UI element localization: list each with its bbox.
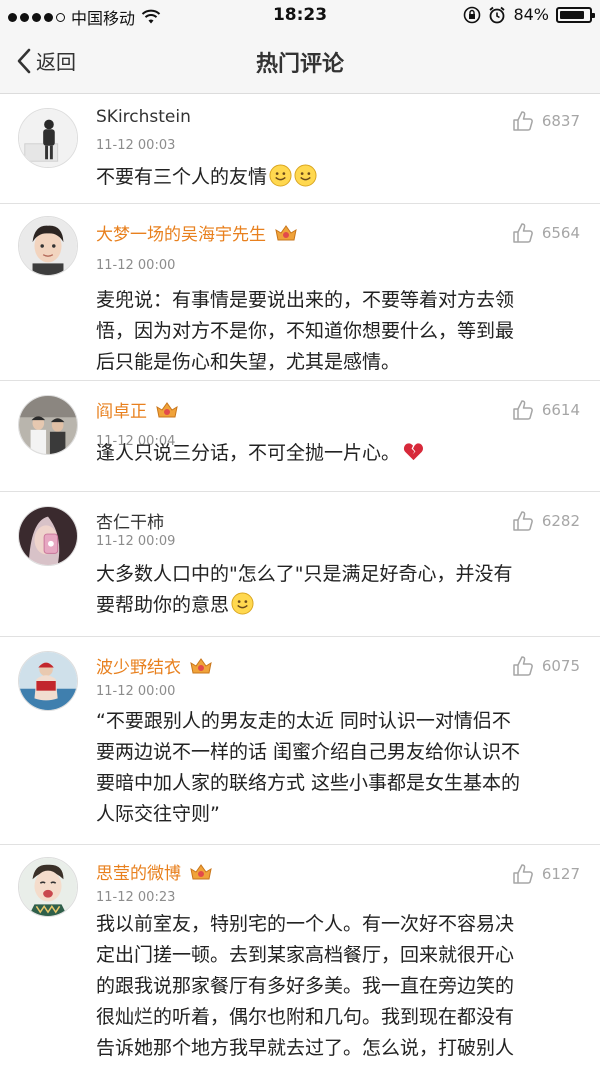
nav-bar: 返回 热门评论 <box>0 30 600 94</box>
like-button[interactable]: 6127 <box>512 863 580 885</box>
status-bar: 中国移动 18:23 84% <box>0 0 600 30</box>
name-row: 波少野结衣 <box>96 653 213 678</box>
comment-line: 人际交往守则” <box>96 803 220 825</box>
username[interactable]: 杏仁干柿 <box>96 508 164 533</box>
avatar[interactable] <box>18 506 78 566</box>
smile-emoji <box>294 164 317 187</box>
like-count: 6282 <box>541 512 580 530</box>
battery-icon <box>556 6 595 23</box>
name-row: 阎卓正 <box>96 397 179 422</box>
avatar[interactable] <box>18 857 78 917</box>
comment-line: 告诉她那个地方我早就去过了。怎么说，打破别人 <box>96 1037 515 1059</box>
like-button[interactable]: 6075 <box>512 655 580 677</box>
smile-emoji <box>269 164 292 187</box>
comment-line: 要暗中加人家的联络方式 这些小事都是女生基本的 <box>96 772 521 794</box>
comment-item: 思莹的微博 11-12 00:23 6127 我以前室友，特别宅的一个人。有一次… <box>0 845 600 1067</box>
comment-item: 大梦一场的吴海宇先生 11-12 00:00 6564 麦兜说：有事情是要说出来… <box>0 204 600 381</box>
comment-line: 要帮助你的意思 <box>96 594 230 616</box>
comment-line: 后只能是伤心和失望，尤其是感情。 <box>96 351 401 373</box>
vip-crown-icon <box>156 401 178 417</box>
comment-item: 阎卓正 11-12 00:04 6614 逢人只说三分话，不可全抛一片心。 <box>0 381 600 492</box>
battery-level <box>560 10 584 19</box>
comment-line: 的跟我说那家餐厅有多好多美。我一直在旁边笑的 <box>96 975 515 997</box>
comment-line: 麦兜说：有事情是要说出来的，不要等着对方去领 <box>96 289 515 311</box>
comment-text: “不要跟别人的男友走的太近 同时认识一对情侣不 要两边说不一样的话 闺蜜介绍自己… <box>96 706 582 830</box>
comment-item: 波少野结衣 11-12 00:00 6075 “不要跟别人的男友走的太近 同时认… <box>0 637 600 845</box>
comment-list: SKirchstein 11-12 00:03 6837 不要有三个人的友情 大… <box>0 95 600 1067</box>
comment-line-wrap: 要帮助你的意思 <box>96 590 582 621</box>
avatar[interactable] <box>18 216 78 276</box>
comment-time: 11-12 00:23 <box>96 890 176 905</box>
thumbs-up-icon <box>513 511 533 531</box>
like-count: 6127 <box>541 865 580 883</box>
like-button[interactable]: 6614 <box>512 399 580 421</box>
comment-text: 麦兜说：有事情是要说出来的，不要等着对方去领 悟，因为对方不是你，不知道你想要什… <box>96 285 582 378</box>
like-button[interactable]: 6564 <box>512 222 580 244</box>
comment-item: 杏仁干柿 11-12 00:09 6282 大多数人口中的"怎么了"只是满足好奇… <box>0 492 600 637</box>
comment-time: 11-12 00:00 <box>96 684 176 699</box>
like-count: 6614 <box>541 401 580 419</box>
thumbs-up-icon <box>513 656 533 676</box>
avatar[interactable] <box>18 651 78 711</box>
smile-emoji <box>231 592 254 615</box>
comment-line: 要两边说不一样的话 闺蜜介绍自己男友给你认识不 <box>96 741 521 763</box>
broken-heart-emoji <box>404 443 424 461</box>
comment-line: 大多数人口中的"怎么了"只是满足好奇心，并没有 <box>96 563 513 585</box>
thumbs-up-icon <box>513 400 533 420</box>
orientation-lock-icon <box>464 6 481 23</box>
username[interactable]: 思莹的微博 <box>96 859 181 884</box>
name-row: 大梦一场的吴海宇先生 <box>96 220 298 245</box>
vip-crown-icon <box>275 224 297 240</box>
name-row: 思莹的微博 <box>96 859 213 884</box>
comment-line: 我以前室友，特别宅的一个人。有一次好不容易决 <box>96 913 515 935</box>
comment-line: 很灿烂的听着，偶尔也附和几句。我到现在都没有 <box>96 1006 515 1028</box>
comment-line: 悟，因为对方不是你，不知道你想要什么，等到最 <box>96 320 515 342</box>
username[interactable]: 大梦一场的吴海宇先生 <box>96 220 266 245</box>
comment-line: 定出门搓一顿。去到某家高档餐厅，回来就很开心 <box>96 944 515 966</box>
like-count: 6075 <box>541 657 580 675</box>
vip-crown-icon <box>190 657 212 673</box>
vip-crown-icon <box>190 863 212 879</box>
comment-item: SKirchstein 11-12 00:03 6837 不要有三个人的友情 <box>0 95 600 204</box>
comment-time: 11-12 00:09 <box>96 534 176 549</box>
like-count: 6837 <box>541 112 580 130</box>
comment-time: 11-12 00:03 <box>96 138 176 153</box>
name-row: 杏仁干柿 <box>96 508 164 533</box>
avatar[interactable] <box>18 395 78 455</box>
page-title: 热门评论 <box>255 52 344 77</box>
comment-text: 逢人只说三分话，不可全抛一片心。 <box>96 438 582 469</box>
thumbs-up-icon <box>513 111 533 131</box>
comment-text: 大多数人口中的"怎么了"只是满足好奇心，并没有 要帮助你的意思 <box>96 559 582 621</box>
username[interactable]: SKirchstein <box>96 107 191 127</box>
comment-text: 不要有三个人的友情 <box>96 162 582 193</box>
username[interactable]: 阎卓正 <box>96 397 147 422</box>
battery-percent: 84% <box>513 5 549 24</box>
comment-text: 我以前室友，特别宅的一个人。有一次好不容易决 定出门搓一顿。去到某家高档餐厅，回… <box>96 909 582 1064</box>
like-count: 6564 <box>541 224 580 242</box>
alarm-icon <box>489 6 506 23</box>
status-right: 84% <box>463 5 595 24</box>
like-button[interactable]: 6282 <box>512 510 580 532</box>
comment-line: “不要跟别人的男友走的太近 同时认识一对情侣不 <box>96 710 511 732</box>
username[interactable]: 波少野结衣 <box>96 653 181 678</box>
avatar[interactable] <box>18 108 78 168</box>
name-row: SKirchstein <box>96 107 191 127</box>
comment-time: 11-12 00:00 <box>96 258 176 273</box>
comment-line: 逢人只说三分话，不可全抛一片心。 <box>96 442 401 464</box>
thumbs-up-icon <box>513 223 533 243</box>
thumbs-up-icon <box>513 864 533 884</box>
comment-line: 不要有三个人的友情 <box>96 166 268 188</box>
like-button[interactable]: 6837 <box>512 110 580 132</box>
